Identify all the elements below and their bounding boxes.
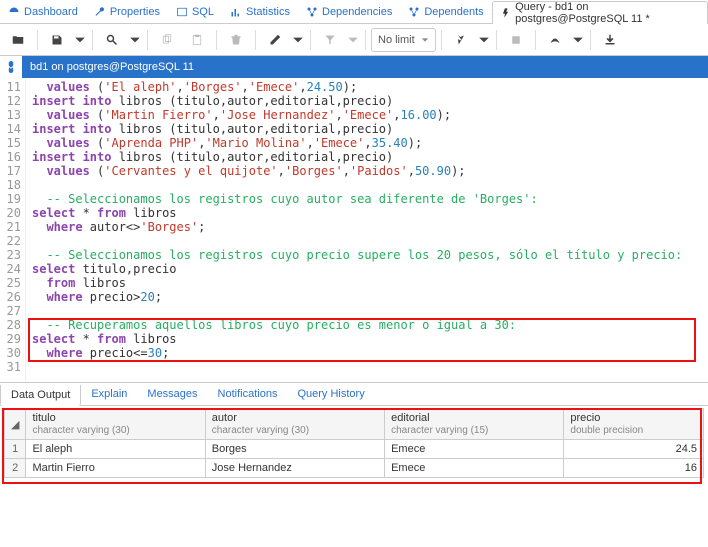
limit-label: No limit xyxy=(378,34,415,46)
column-header-titulo[interactable]: titulocharacter varying (30) xyxy=(26,409,205,440)
tab-properties[interactable]: Properties xyxy=(86,0,168,23)
output-tab-messages[interactable]: Messages xyxy=(137,384,207,404)
delete-button[interactable] xyxy=(222,27,250,53)
line-gutter: 1112131415161718192021222324252627282930… xyxy=(0,78,26,382)
cell[interactable]: 24.5 xyxy=(564,440,704,459)
toolbar: No limit xyxy=(0,24,708,56)
cell[interactable]: 16 xyxy=(564,459,704,478)
tab-query[interactable]: Query - bd1 on postgres@PostgreSQL 11 * xyxy=(492,1,708,24)
output-tab-data-output[interactable]: Data Output xyxy=(0,385,81,406)
tab-sql[interactable]: SQL xyxy=(168,0,222,23)
separator xyxy=(441,30,442,50)
execute-button[interactable] xyxy=(447,27,475,53)
cell[interactable]: El aleph xyxy=(26,440,205,459)
filter-button[interactable] xyxy=(316,27,344,53)
separator xyxy=(365,30,366,50)
top-tabs: DashboardPropertiesSQLStatisticsDependen… xyxy=(0,0,708,24)
table-row[interactable]: 1El alephBorgesEmece24.5 xyxy=(5,440,704,459)
cell[interactable]: Jose Hernandez xyxy=(205,459,384,478)
connection-bar: bd1 on postgres@PostgreSQL 11 xyxy=(0,56,708,78)
output-tab-explain[interactable]: Explain xyxy=(81,384,137,404)
separator xyxy=(37,30,38,50)
edit-dropdown[interactable] xyxy=(291,27,305,53)
tab-dependents[interactable]: Dependents xyxy=(400,0,491,23)
column-header-autor[interactable]: autorcharacter varying (30) xyxy=(205,409,384,440)
separator xyxy=(590,30,591,50)
output-tabs: Data OutputExplainMessagesNotificationsQ… xyxy=(0,382,708,406)
explain-dropdown[interactable] xyxy=(571,27,585,53)
open-button[interactable] xyxy=(4,27,32,53)
table-row[interactable]: 2Martin FierroJose HernandezEmece16 xyxy=(5,459,704,478)
connection-icon xyxy=(0,56,22,78)
connection-text: bd1 on postgres@PostgreSQL 11 xyxy=(22,61,194,73)
separator xyxy=(216,30,217,50)
code-area[interactable]: values ('El aleph','Borges','Emece',24.5… xyxy=(26,78,708,382)
explain-button[interactable] xyxy=(541,27,569,53)
separator xyxy=(147,30,148,50)
results-grid[interactable]: ◢titulocharacter varying (30)autorcharac… xyxy=(4,408,704,478)
cell[interactable]: Borges xyxy=(205,440,384,459)
save-button[interactable] xyxy=(43,27,71,53)
tab-statistics[interactable]: Statistics xyxy=(222,0,298,23)
find-button[interactable] xyxy=(98,27,126,53)
cell[interactable]: Martin Fierro xyxy=(26,459,205,478)
tab-dependencies[interactable]: Dependencies xyxy=(298,0,400,23)
sql-editor[interactable]: 1112131415161718192021222324252627282930… xyxy=(0,78,708,382)
cell[interactable]: Emece xyxy=(385,440,564,459)
separator xyxy=(92,30,93,50)
separator xyxy=(496,30,497,50)
stop-button[interactable] xyxy=(502,27,530,53)
find-dropdown[interactable] xyxy=(128,27,142,53)
output-tab-query-history[interactable]: Query History xyxy=(287,384,374,404)
separator xyxy=(255,30,256,50)
save-dropdown[interactable] xyxy=(73,27,87,53)
data-output-panel: ◢titulocharacter varying (30)autorcharac… xyxy=(0,406,708,480)
paste-button[interactable] xyxy=(183,27,211,53)
column-header-precio[interactable]: preciodouble precision xyxy=(564,409,704,440)
tab-dashboard[interactable]: Dashboard xyxy=(0,0,86,23)
filter-dropdown[interactable] xyxy=(346,27,360,53)
separator xyxy=(310,30,311,50)
copy-button[interactable] xyxy=(153,27,181,53)
execute-dropdown[interactable] xyxy=(477,27,491,53)
cell[interactable]: Emece xyxy=(385,459,564,478)
column-header-editorial[interactable]: editorialcharacter varying (15) xyxy=(385,409,564,440)
row-header-corner[interactable]: ◢ xyxy=(5,409,26,440)
edit-button[interactable] xyxy=(261,27,289,53)
download-button[interactable] xyxy=(596,27,624,53)
separator xyxy=(535,30,536,50)
output-tab-notifications[interactable]: Notifications xyxy=(208,384,288,404)
limit-select[interactable]: No limit xyxy=(371,28,436,52)
